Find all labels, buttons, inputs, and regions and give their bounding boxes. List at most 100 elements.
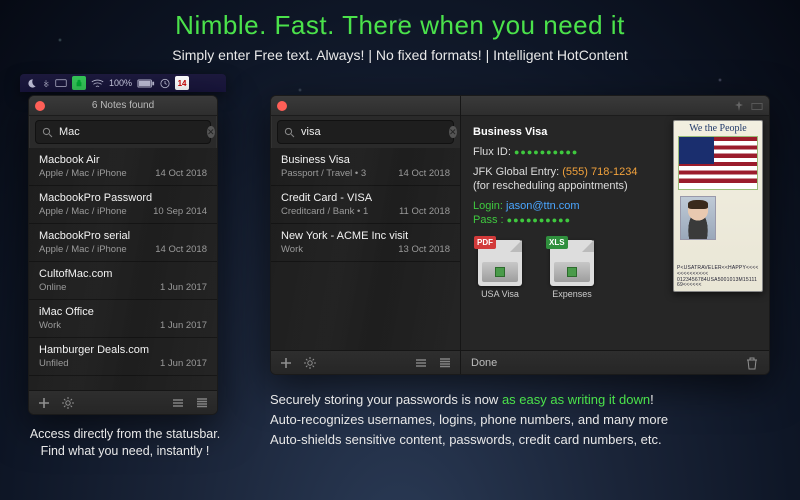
macos-menubar: 100% 14 [20, 74, 226, 92]
item-meta: Creditcard / Bank • 1 [281, 206, 368, 217]
battery-percent: 100% [109, 78, 132, 88]
note-detail: Business Visa Flux ID: JFK Global Entry:… [461, 116, 769, 350]
item-meta: Work [281, 244, 303, 255]
file-label: USA Visa [473, 289, 527, 299]
passport-photo [680, 196, 716, 240]
item-title: CultofMac.com [39, 268, 207, 280]
item-title: MacbookPro Password [39, 192, 207, 204]
detail-toolbar: Done [461, 350, 769, 374]
list-item[interactable]: MacbookPro Password Apple / Mac / iPhone 1… [29, 186, 217, 224]
clear-search-button[interactable]: ✕ [207, 126, 215, 138]
item-title: MacbookPro serial [39, 230, 207, 242]
bottom-toolbar [29, 390, 217, 414]
list-view-button[interactable] [414, 356, 428, 370]
search-field[interactable]: ✕ [277, 120, 454, 144]
list-item[interactable]: New York - ACME Inc visit Work 13 Oct 2018 [271, 224, 460, 262]
search-input[interactable] [301, 126, 443, 138]
done-button[interactable]: Done [471, 357, 497, 369]
search-field[interactable]: ✕ [35, 120, 211, 144]
settings-button[interactable] [303, 356, 317, 370]
list-view-button[interactable] [171, 396, 185, 410]
masked-value [507, 214, 571, 226]
list-item[interactable]: Business Visa Passport / Travel • 3 14 Oct… [271, 148, 460, 186]
field-label: Login: [473, 200, 503, 212]
results-list: Macbook Air Apple / Mac / iPhone 14 Oct 20… [29, 148, 217, 390]
file-label: Expenses [545, 289, 599, 299]
calendar-badge: 14 [175, 76, 189, 90]
item-meta: Passport / Travel • 3 [281, 168, 366, 179]
list-item[interactable]: iMac Office Work 1 Jun 2017 [29, 300, 217, 338]
display-icon [55, 78, 67, 89]
lock-badge [72, 76, 86, 90]
item-date: 14 Oct 2018 [155, 168, 207, 179]
item-meta: Apple / Mac / iPhone [39, 206, 127, 217]
settings-button[interactable] [61, 396, 75, 410]
item-title: Macbook Air [39, 154, 207, 166]
menu-extra-icon [160, 78, 170, 89]
file-badge: XLS [546, 236, 568, 249]
window-title: 6 Notes found [29, 100, 217, 111]
phone-value[interactable]: (555) 718-1234 [562, 166, 637, 178]
list-item[interactable]: Hamburger Deals.com Unfiled 1 Jun 2017 [29, 338, 217, 376]
item-date: 1 Jun 2017 [160, 358, 207, 369]
wifi-icon [91, 78, 104, 89]
item-title: Credit Card - VISA [281, 192, 450, 204]
pin-icon[interactable] [733, 100, 745, 112]
masked-value [514, 146, 578, 158]
item-date: 1 Jun 2017 [160, 282, 207, 293]
notes-popover-window: 6 Notes found ✕ Macbook Air Apple / Mac /… [28, 95, 218, 415]
bottom-toolbar [271, 350, 460, 374]
passport-attachment[interactable]: We the People P<USATRAVELER<<HAPPY<<<<<<… [673, 120, 763, 292]
search-input[interactable] [59, 126, 201, 138]
add-button[interactable] [37, 396, 51, 410]
item-date: 1 Jun 2017 [160, 320, 207, 331]
titlebar [271, 96, 460, 116]
results-list: Business Visa Passport / Travel • 3 14 Oct… [271, 148, 460, 350]
clear-search-button[interactable]: ✕ [449, 126, 457, 138]
item-title: Hamburger Deals.com [39, 344, 207, 356]
add-button[interactable] [279, 356, 293, 370]
search-icon [284, 127, 295, 138]
item-meta: Online [39, 282, 66, 293]
list-item[interactable]: CultofMac.com Online 1 Jun 2017 [29, 262, 217, 300]
item-meta: Apple / Mac / iPhone [39, 168, 127, 179]
attachment-file[interactable]: PDFUSA Visa [473, 240, 527, 299]
compact-view-button[interactable] [195, 396, 209, 410]
battery-icon [137, 78, 155, 89]
passport-header: We the People [674, 121, 762, 134]
list-item[interactable]: Credit Card - VISA Creditcard / Bank • 1 1… [271, 186, 460, 224]
compact-view-button[interactable] [438, 356, 452, 370]
item-meta: Unfiled [39, 358, 69, 369]
popout-icon[interactable] [751, 100, 763, 112]
field-label: Pass : [473, 214, 504, 226]
moon-icon [26, 78, 37, 89]
login-value[interactable]: jason@ttn.com [506, 200, 580, 212]
passport-mrz: P<USATRAVELER<<HAPPY<<<<<<<<<<<<<<012345… [677, 266, 759, 289]
search-icon [42, 127, 53, 138]
field-label: JFK Global Entry: [473, 166, 559, 178]
item-meta: Apple / Mac / iPhone [39, 244, 127, 255]
item-meta: Work [39, 320, 61, 331]
close-button[interactable] [277, 101, 287, 111]
attachment-file[interactable]: XLSExpenses [545, 240, 599, 299]
trash-button[interactable] [745, 356, 759, 370]
notes-editor-window: ✕ Business Visa Passport / Travel • 3 14 O… [270, 95, 770, 375]
caption-right: Securely storing your passwords is now a… [270, 390, 780, 450]
item-date: 14 Oct 2018 [398, 168, 450, 179]
bluetooth-icon [42, 78, 50, 89]
item-date: 10 Sep 2014 [153, 206, 207, 217]
field-label: Flux ID: [473, 146, 511, 158]
item-date: 11 Oct 2018 [399, 206, 450, 217]
titlebar: 6 Notes found [29, 96, 217, 116]
item-date: 14 Oct 2018 [155, 244, 207, 255]
item-title: iMac Office [39, 306, 207, 318]
file-badge: PDF [474, 236, 496, 249]
passport-flag [678, 136, 758, 190]
item-title: Business Visa [281, 154, 450, 166]
detail-titlebar [461, 96, 769, 116]
list-item[interactable]: MacbookPro serial Apple / Mac / iPhone 14 … [29, 224, 217, 262]
caption-left: Access directly from the statusbar. Find… [20, 426, 230, 460]
item-date: 13 Oct 2018 [398, 244, 450, 255]
list-item[interactable]: Macbook Air Apple / Mac / iPhone 14 Oct 20… [29, 148, 217, 186]
item-title: New York - ACME Inc visit [281, 230, 450, 242]
